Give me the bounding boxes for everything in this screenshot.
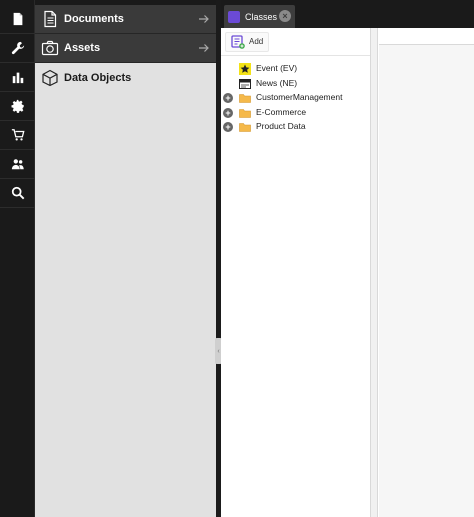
nav-item-data-objects[interactable]: Data Objects (35, 63, 216, 92)
rail-settings-button[interactable] (0, 92, 35, 121)
documents-icon (13, 12, 22, 26)
folder-icon (239, 94, 251, 103)
tab-classes[interactable]: Classes × (224, 5, 295, 28)
folder-icon (239, 108, 251, 118)
tree-item-product-data[interactable]: + Product Data (221, 120, 370, 135)
rail-documents-button[interactable] (0, 5, 35, 34)
folder-icon (239, 123, 251, 132)
main-nav-rail (0, 0, 35, 517)
tree-item-news[interactable]: News (NE) (221, 77, 370, 92)
tools-icon (11, 41, 24, 55)
tree-item-event[interactable]: Event (EV) (221, 62, 370, 77)
star-icon (239, 63, 251, 75)
tab-label: Classes (245, 11, 278, 22)
rail-reports-button[interactable] (0, 63, 35, 92)
add-button[interactable]: Add (225, 31, 270, 52)
classes-icon (228, 10, 240, 23)
navigation-panel: Documents Assets Data Objects (35, 0, 216, 517)
tree-item-label: Product Data (256, 121, 306, 131)
class-tree: Event (EV) News (NE) + CustomerManagemen… (221, 56, 370, 135)
camera-icon (41, 39, 59, 57)
tab-bar: Classes × (221, 0, 474, 28)
detail-panel (379, 28, 474, 517)
arrow-right-icon (199, 44, 209, 52)
cube-icon (41, 69, 59, 87)
users-icon (11, 159, 24, 170)
close-icon[interactable]: × (279, 10, 291, 22)
reports-icon (12, 72, 23, 84)
nav-item-label: Assets (64, 42, 101, 54)
rail-ecommerce-button[interactable] (0, 121, 35, 150)
arrow-right-icon (199, 15, 209, 23)
tree-item-ecommerce[interactable]: + E-Commerce (221, 106, 370, 121)
tree-item-label: CustomerManagement (256, 92, 343, 102)
nav-item-assets[interactable]: Assets (35, 34, 216, 63)
document-icon (41, 10, 59, 28)
tree-toolbar: Add (221, 28, 370, 56)
tree-item-label: E-Commerce (256, 106, 307, 117)
rail-search-button[interactable] (0, 179, 35, 208)
splitter[interactable] (371, 28, 378, 517)
class-tree-panel: Add Event (EV) News (NE) + CustomerManag… (221, 28, 371, 517)
nav-item-label: Data Objects (64, 71, 132, 84)
tree-item-label: Event (EV) (256, 63, 298, 73)
main-area: Classes × Add Event (EV) News (NE) + Cus… (221, 0, 474, 517)
search-icon (11, 186, 24, 200)
nav-item-label: Documents (64, 13, 124, 25)
expand-icon[interactable]: + (223, 93, 233, 103)
ecommerce-cart-icon (11, 129, 25, 141)
settings-icon (11, 99, 24, 113)
tree-item-customer-management[interactable]: + CustomerManagement (221, 91, 370, 106)
add-class-icon (231, 34, 245, 49)
news-icon (239, 78, 251, 89)
expand-icon[interactable]: + (223, 122, 233, 132)
tree-item-label: News (NE) (256, 77, 298, 88)
detail-header (379, 28, 474, 45)
nav-item-documents[interactable]: Documents (35, 5, 216, 34)
expand-icon[interactable]: + (223, 107, 233, 118)
rail-tools-button[interactable] (0, 34, 35, 63)
rail-users-button[interactable] (0, 150, 35, 179)
add-button-label: Add (249, 37, 264, 46)
